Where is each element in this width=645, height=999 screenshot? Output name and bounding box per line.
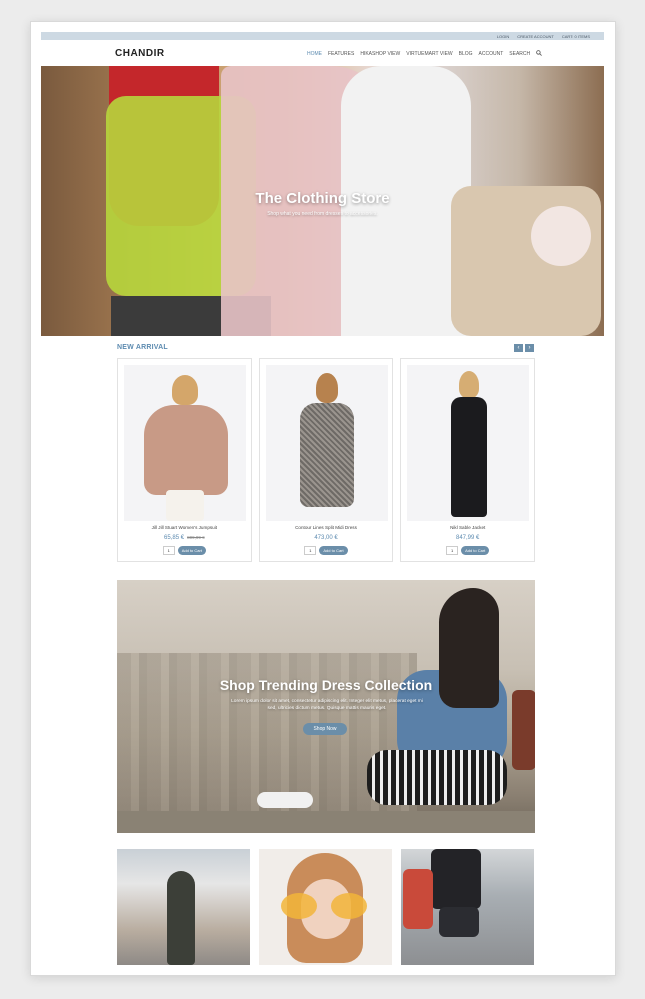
hero-subtitle: Shop what you need from dresses to acces…: [267, 211, 378, 217]
gallery-car: [403, 869, 433, 929]
add-to-cart-row: 1 Add to Cart: [260, 546, 393, 555]
banner-model-shoe: [257, 792, 313, 808]
create-account-link[interactable]: CREATE ACCOUNT: [517, 34, 554, 39]
product-price: 847,99 €: [401, 535, 534, 541]
banner-title: Shop Trending Dress Collection: [219, 677, 433, 693]
product-price: 473,00 €: [260, 535, 393, 541]
product-image[interactable]: [124, 365, 246, 521]
product-price: 65,85 €809,99 €: [118, 535, 251, 541]
add-to-cart-row: 1 Add to Cart: [118, 546, 251, 555]
new-arrival-title: NEW ARRIVAL: [117, 344, 168, 351]
nav-home[interactable]: HOME: [307, 51, 322, 57]
add-to-cart-row: 1 Add to Cart: [401, 546, 534, 555]
nav-virtuemart-view[interactable]: VIRTUEMART VIEW: [406, 51, 452, 57]
page-frame: LOGIN CREATE ACCOUNT CART: 0 ITEMS CHAND…: [30, 21, 616, 976]
product-model-hair: [172, 375, 198, 405]
shop-now-button[interactable]: Shop Now: [303, 723, 347, 735]
product-card[interactable]: Contour Lines Split Midi Dress 473,00 € …: [258, 358, 394, 562]
gallery-image[interactable]: [117, 849, 250, 965]
image-gallery: [117, 849, 535, 965]
add-to-cart-button[interactable]: Add to Cart: [461, 546, 490, 555]
product-jumpsuit: [451, 397, 488, 517]
product-dress: [299, 403, 354, 507]
search-icon[interactable]: [536, 50, 542, 58]
gallery-model: [167, 871, 195, 965]
nav-blog[interactable]: BLOG: [459, 51, 473, 57]
banner-model-bag: [512, 690, 535, 770]
gallery-sunglasses-left: [281, 893, 317, 919]
gallery-image[interactable]: [401, 849, 534, 965]
product-name[interactable]: Jill Jill Stuart Women's Jumpsuit: [118, 525, 251, 530]
hero-title: The Clothing Store: [255, 190, 390, 207]
gallery-handbag: [439, 907, 479, 937]
banner-ledge: [117, 811, 535, 833]
hero-banner: The Clothing Store Shop what you need fr…: [41, 66, 604, 336]
old-price: 809,99 €: [187, 535, 205, 540]
current-price: 473,00 €: [314, 535, 338, 541]
main-nav: HOME FEATURES HIKASHOP VIEW VIRTUEMART V…: [307, 50, 542, 58]
login-link[interactable]: LOGIN: [497, 34, 509, 39]
product-card[interactable]: Jill Jill Stuart Women's Jumpsuit 65,85 …: [117, 358, 252, 562]
nav-account[interactable]: ACCOUNT: [479, 51, 504, 57]
chevron-right-icon[interactable]: ›: [525, 344, 534, 352]
product-image[interactable]: [407, 365, 530, 521]
current-price: 65,85 €: [164, 535, 185, 541]
carousel-arrows: ‹ ›: [514, 344, 534, 352]
nav-hikashop-view[interactable]: HIKASHOP VIEW: [360, 51, 400, 57]
current-price: 847,99 €: [456, 535, 480, 541]
chevron-left-icon[interactable]: ‹: [514, 344, 523, 352]
quantity-input[interactable]: 1: [304, 546, 317, 555]
top-utility-bar: LOGIN CREATE ACCOUNT CART: 0 ITEMS: [41, 32, 604, 40]
site-logo[interactable]: CHANDIR: [115, 48, 165, 59]
hero-handbag: [451, 186, 601, 336]
trending-banner: Shop Trending Dress Collection Lorem ips…: [117, 580, 535, 833]
banner-text: Lorem ipsum dolor sit amet, consectetur …: [231, 699, 423, 711]
product-list: Jill Jill Stuart Women's Jumpsuit 65,85 …: [117, 358, 536, 562]
product-model-hair: [315, 373, 338, 403]
gallery-model-top: [431, 849, 481, 909]
banner-model-skirt: [367, 750, 507, 805]
gallery-image[interactable]: [259, 849, 392, 965]
product-fur-jacket: [144, 405, 228, 495]
cart-link[interactable]: CART: 0 ITEMS: [562, 34, 590, 39]
product-image[interactable]: [265, 365, 388, 521]
add-to-cart-button[interactable]: Add to Cart: [319, 546, 348, 555]
quantity-input[interactable]: 1: [162, 546, 175, 555]
nav-features[interactable]: FEATURES: [328, 51, 354, 57]
quantity-input[interactable]: 1: [446, 546, 459, 555]
product-pants: [166, 490, 204, 521]
add-to-cart-button[interactable]: Add to Cart: [177, 546, 206, 555]
product-name[interactable]: Contour Lines Split Midi Dress: [260, 525, 393, 530]
nav-search[interactable]: SEARCH: [509, 51, 530, 57]
product-model-hair: [459, 371, 480, 399]
gallery-sunglasses-right: [331, 893, 367, 919]
product-card[interactable]: Nikl Sable Jacket 847,99 € 1 Add to Cart: [400, 358, 536, 562]
product-name[interactable]: Nikl Sable Jacket: [401, 525, 534, 530]
